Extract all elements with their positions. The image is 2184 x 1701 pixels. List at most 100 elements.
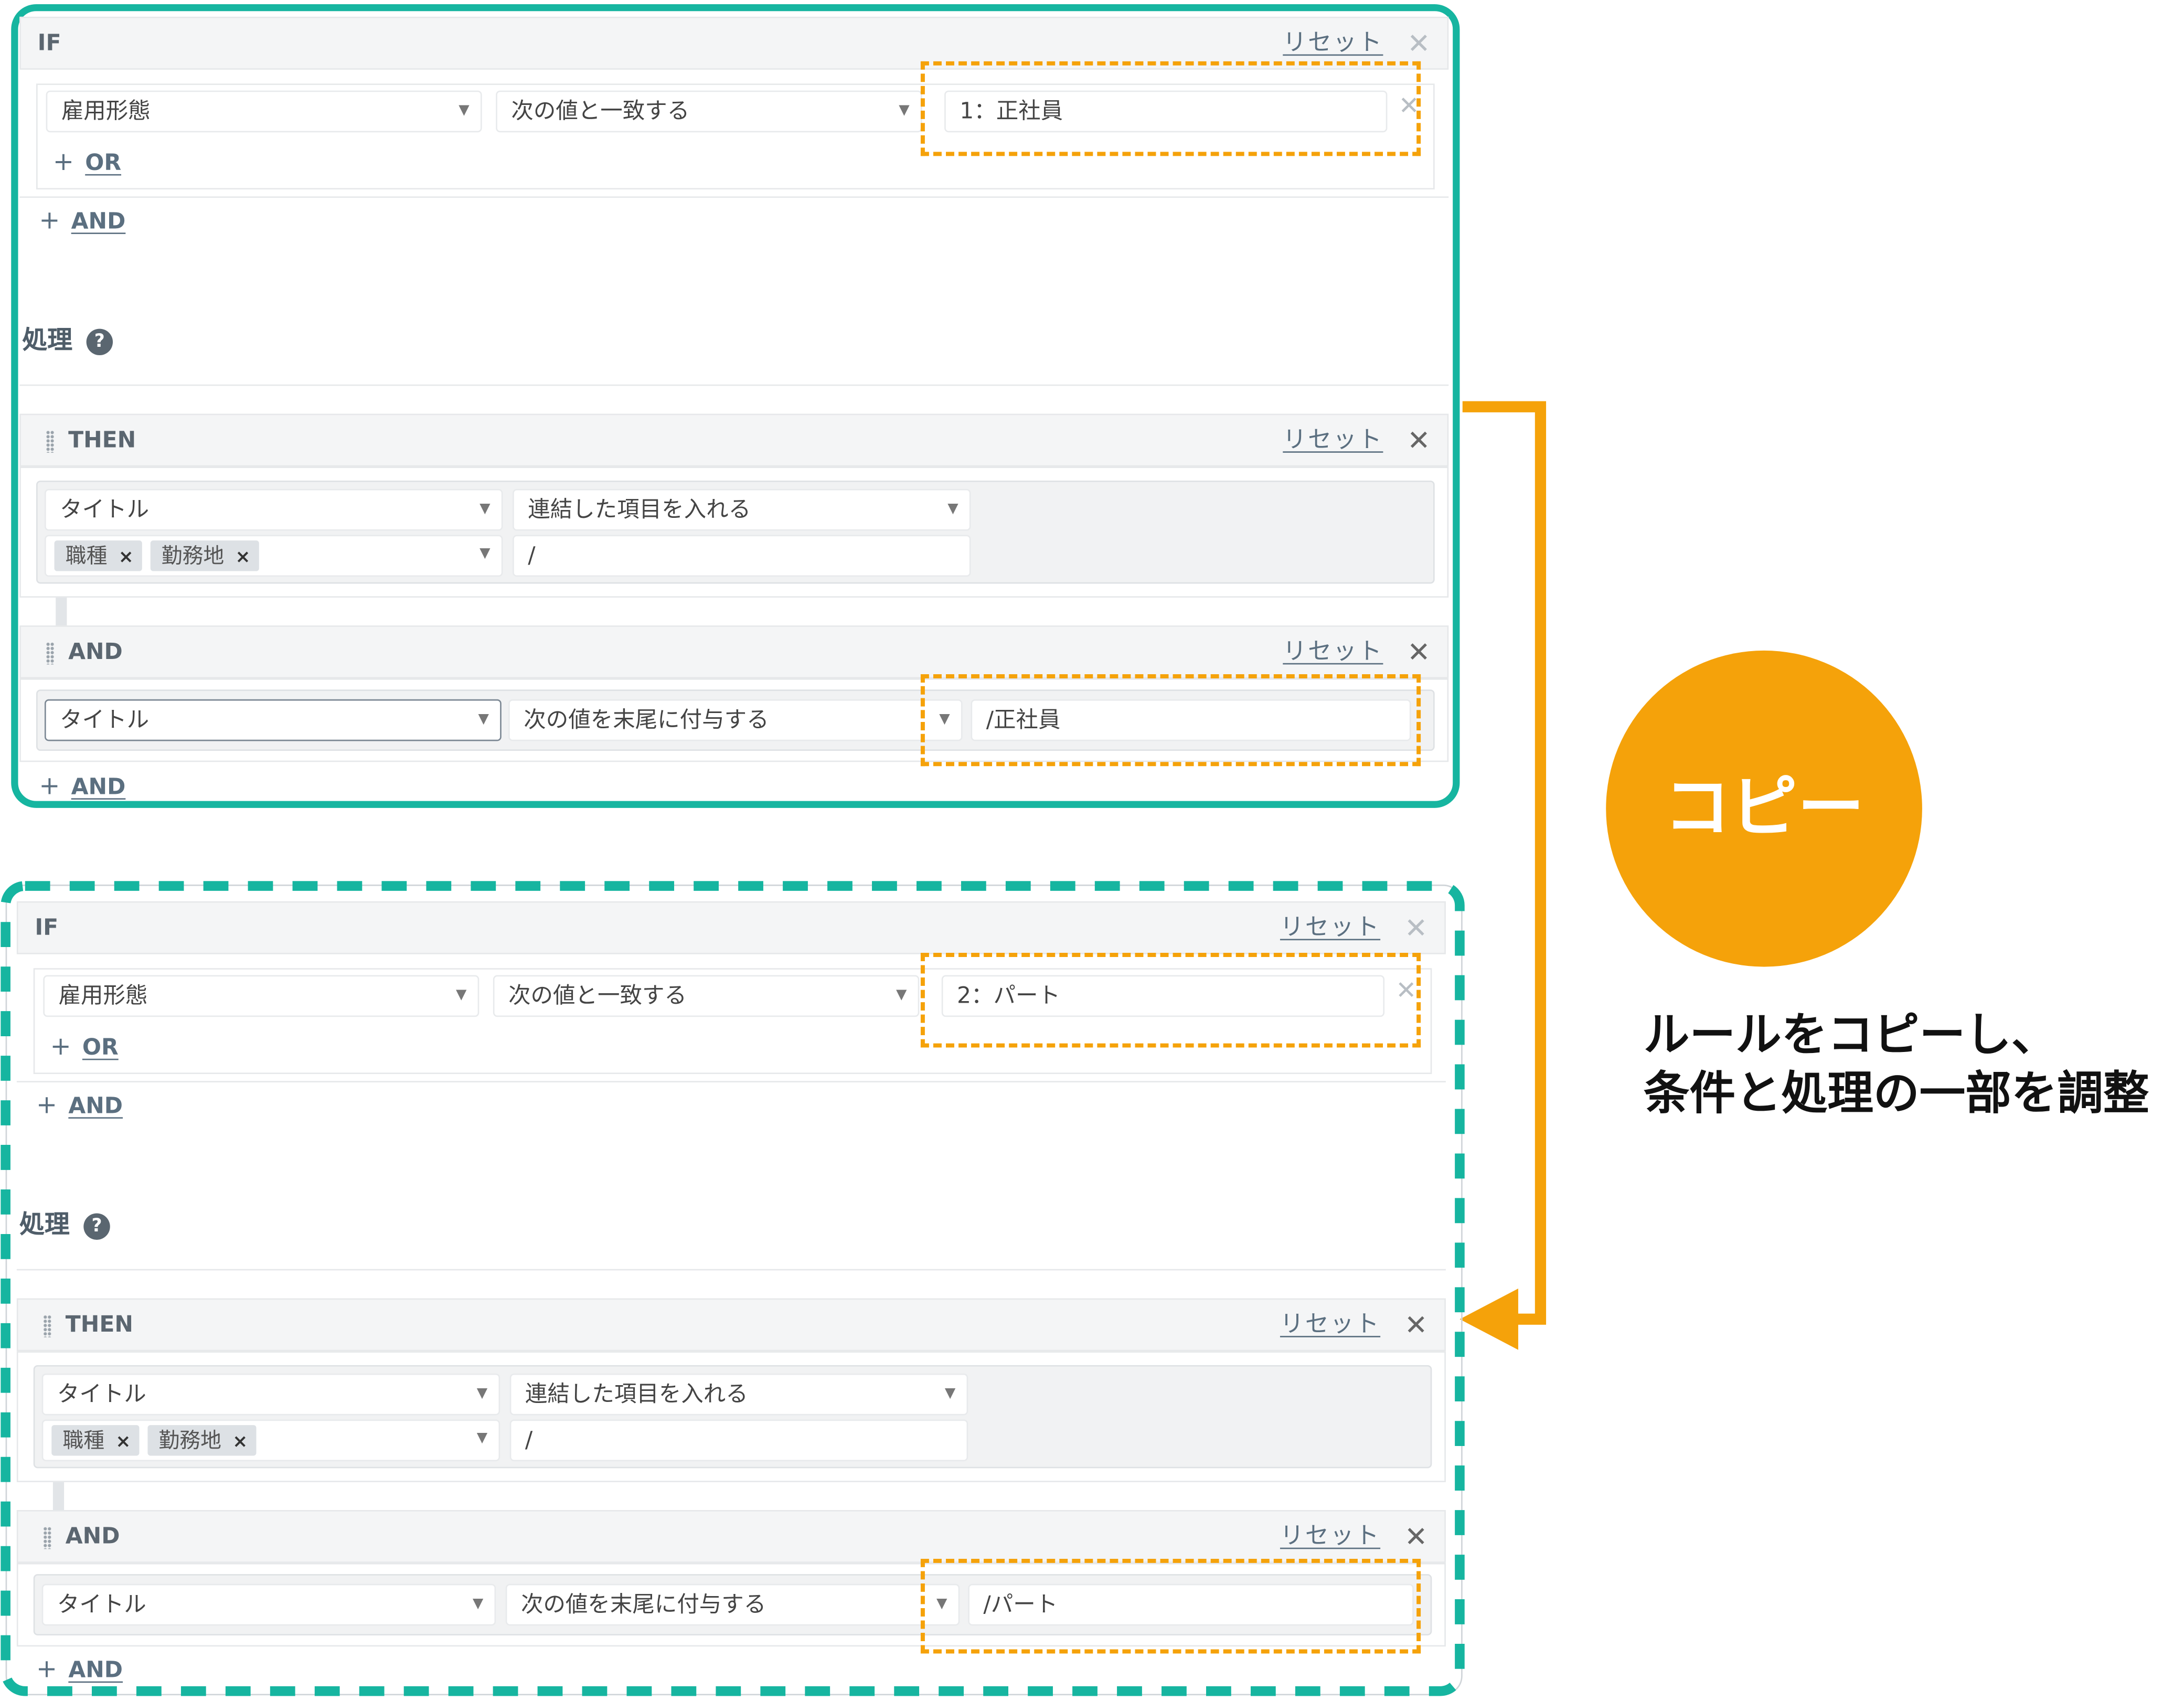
drag-handle-icon[interactable] [43,1315,52,1337]
and-header: AND リセット ✕ [16,1510,1446,1563]
reset-link[interactable]: リセット [1283,415,1383,465]
and-header: AND リセット ✕ [19,625,1449,678]
drag-handle-icon[interactable] [43,1526,52,1549]
divider [19,384,1449,386]
add-or-link[interactable]: + OR [53,147,121,177]
remove-tag-icon[interactable]: × [115,1432,131,1453]
reset-link[interactable]: リセット [1280,1512,1380,1562]
tag-chip: 職種 × [54,540,142,571]
section-title: 処理? [22,321,113,357]
close-icon[interactable]: ✕ [1407,415,1431,465]
condition-operator-select[interactable]: 次の値と一致する ▼ [496,90,922,133]
chevron-down-icon: ▼ [480,501,491,517]
highlight-box [920,953,1421,1048]
chevron-down-icon: ▼ [476,1430,488,1446]
close-icon[interactable]: ✕ [1407,18,1431,69]
connector [56,597,67,626]
then-panel: THEN リセット ✕ [19,413,1449,467]
action-value: 連結した項目を入れる [528,496,751,523]
action-value: 次の値を末尾に付与する [524,706,769,733]
separator-input[interactable]: / [509,1419,968,1462]
add-and-link[interactable]: + AND [36,1655,123,1684]
drag-handle-icon[interactable] [46,642,55,665]
if-header: IF リセット ✕ [16,901,1446,954]
target-field-value: タイトル [57,1591,146,1618]
target-field-select[interactable]: タイトル ▼ [44,699,502,741]
condition-operator-value: 次の値と一致する [511,97,690,124]
add-and-link[interactable]: + AND [39,772,125,801]
tag-multiselect[interactable]: 職種 × 勤務地 × ▼ [41,1419,500,1462]
tag-chip: 勤務地 × [150,540,259,571]
caption-line-1: ルールをコピーし、 [1643,1007,2058,1062]
divider [16,1269,1446,1271]
action-value: 次の値を末尾に付与する [520,1591,766,1618]
if-label: IF [37,29,61,56]
target-field-select[interactable]: タイトル ▼ [41,1373,500,1416]
remove-tag-icon[interactable]: × [236,547,251,568]
chevron-down-icon: ▼ [947,501,958,517]
and-panel: AND リセット ✕ [19,625,1449,678]
reset-link[interactable]: リセット [1283,18,1383,69]
connector [52,1482,65,1511]
highlight-box [920,1558,1421,1654]
add-and-link[interactable]: + AND [36,1091,123,1120]
tag-chip: 勤務地 × [147,1425,257,1456]
action-select[interactable]: 連結した項目を入れる ▼ [513,488,971,531]
close-icon[interactable]: ✕ [1404,1300,1428,1350]
caption: ルールをコピーし、 条件と処理の一部を調整 [1644,1006,2149,1123]
add-and-link[interactable]: + AND [39,206,125,236]
close-icon[interactable]: ✕ [1404,902,1428,953]
condition-field-value: 雇用形態 [61,97,151,124]
chevron-down-icon: ▼ [476,1386,488,1401]
chevron-down-icon: ▼ [478,711,489,727]
condition-field-value: 雇用形態 [58,982,148,1009]
then-panel: THEN リセット ✕ [16,1298,1446,1352]
action-select[interactable]: 次の値を末尾に付与する ▼ [508,699,963,741]
target-field-value: タイトル [60,706,150,733]
action-select[interactable]: 連結した項目を入れる ▼ [509,1373,968,1416]
condition-operator-select[interactable]: 次の値と一致する ▼ [493,975,920,1017]
target-field-value: タイトル [57,1380,146,1407]
reset-link[interactable]: リセット [1280,1300,1380,1350]
remove-tag-icon[interactable]: × [119,547,134,568]
chevron-down-icon: ▼ [896,987,907,1003]
and-label: AND [68,637,123,665]
condition-field-select[interactable]: 雇用形態 ▼ [46,90,482,133]
chevron-down-icon: ▼ [480,546,491,561]
reset-link[interactable]: リセット [1283,627,1383,677]
chevron-down-icon: ▼ [459,103,470,119]
chevron-down-icon: ▼ [944,1386,956,1401]
caption-line-2: 条件と処理の一部を調整 [1643,1066,2149,1120]
separator-input[interactable]: / [513,535,971,577]
if-panel: IF リセット ✕ [16,901,1446,954]
target-field-select[interactable]: タイトル ▼ [44,488,503,531]
if-label: IF [35,913,59,941]
chevron-down-icon: ▼ [899,103,910,119]
target-field-select[interactable]: タイトル ▼ [41,1583,496,1626]
copy-badge-label: コピー [1664,769,1865,847]
action-select[interactable]: 次の値を末尾に付与する ▼ [505,1583,960,1626]
help-icon[interactable]: ? [83,1213,110,1239]
help-icon[interactable]: ? [86,328,113,355]
chevron-down-icon: ▼ [455,987,467,1003]
drag-handle-icon[interactable] [46,430,55,453]
then-label: THEN [68,426,136,453]
tag-multiselect[interactable]: 職種 × 勤務地 × ▼ [44,535,503,577]
condition-field-select[interactable]: 雇用形態 ▼ [43,975,480,1017]
highlight-box [920,674,1421,767]
divider [16,1081,1446,1082]
reset-link[interactable]: リセット [1280,902,1380,953]
and-panel: AND リセット ✕ [16,1510,1446,1563]
separator-value: / [525,1426,533,1453]
section-title: 処理? [19,1205,110,1241]
target-field-value: タイトル [60,496,150,523]
separator-value: / [528,541,536,569]
condition-operator-value: 次の値と一致する [508,982,687,1009]
close-icon[interactable]: ✕ [1407,627,1431,677]
chevron-down-icon: ▼ [472,1596,484,1612]
add-or-link[interactable]: + OR [50,1032,119,1061]
remove-tag-icon[interactable]: × [232,1432,248,1453]
divider [19,196,1449,198]
close-icon[interactable]: ✕ [1404,1512,1428,1562]
then-label: THEN [65,1311,133,1337]
